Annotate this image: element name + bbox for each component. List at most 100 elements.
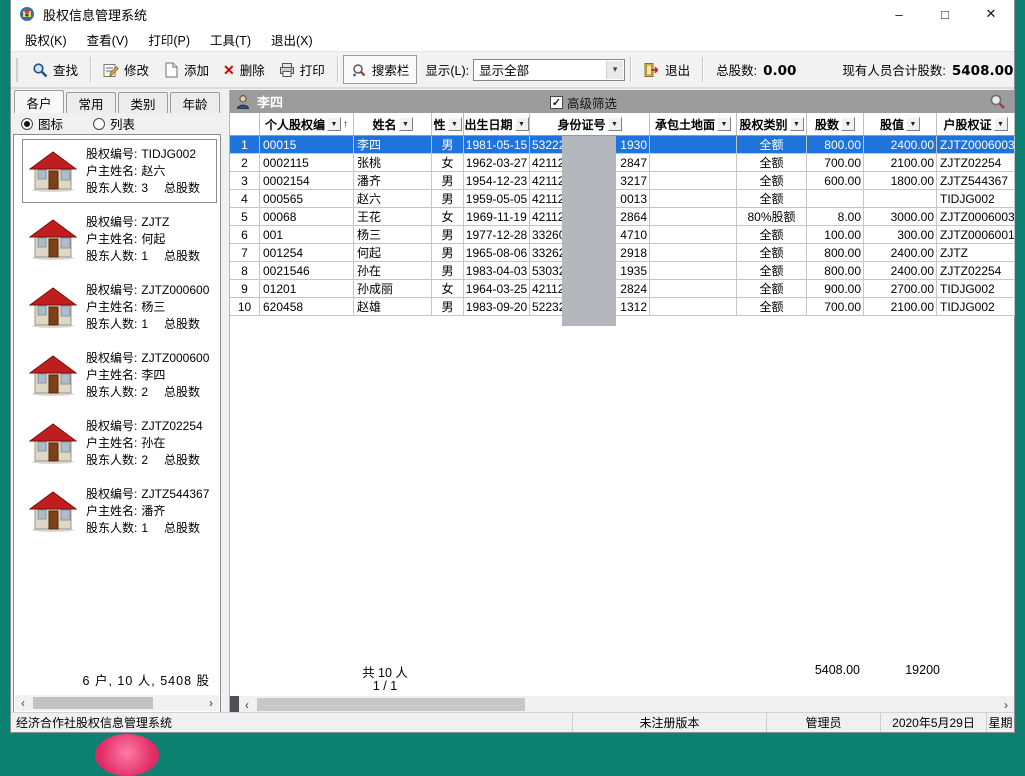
column-header[interactable]: 股值 ▼ xyxy=(864,113,937,135)
id-left-fragment: 33260 xyxy=(532,228,565,242)
view-list-option[interactable]: 列表 xyxy=(93,114,135,133)
menu-item[interactable]: 退出(X) xyxy=(261,27,323,52)
list-item[interactable]: 股权编号: ZJTZ 户主姓名: 何起 股东人数: 1 总股数 xyxy=(22,207,217,271)
filter-icon[interactable]: ▼ xyxy=(906,117,920,131)
cell-name: 赵雄 xyxy=(354,298,432,316)
view-list-label: 列表 xyxy=(110,114,135,133)
maximize-button[interactable]: □ xyxy=(922,0,968,28)
menu-item[interactable]: 工具(T) xyxy=(200,27,261,52)
window-title: 股权信息管理系统 xyxy=(43,5,147,24)
menu-item[interactable]: 股权(K) xyxy=(15,27,77,52)
table-row[interactable]: 1 00015 李四 男 1981-05-15 53222 1930 全额 80… xyxy=(230,136,1014,154)
cell-shares: 800.00 xyxy=(807,262,864,280)
sidebar-tab[interactable]: 常用 xyxy=(66,92,116,113)
scroll-right-icon[interactable]: › xyxy=(203,695,219,711)
exit-button[interactable]: 退出 xyxy=(636,56,697,83)
cell-cert-number: TIDJG002 xyxy=(937,298,1015,316)
cell-birthdate: 1969-11-19 xyxy=(464,208,530,226)
id-right-fragment: 2847 xyxy=(620,156,647,170)
cell-name: 王花 xyxy=(354,208,432,226)
members-label: 股东人数: xyxy=(86,384,137,401)
cell-cert-number: ZJTZ xyxy=(937,244,1015,262)
filter-icon[interactable]: ▼ xyxy=(399,117,413,131)
filter-icon[interactable]: ▼ xyxy=(841,117,855,131)
column-header[interactable]: 姓名 ▼ xyxy=(354,113,432,135)
table-row[interactable]: 4 000565 赵六 男 1959-05-05 42112 0013 全额 T… xyxy=(230,190,1014,208)
advanced-filter[interactable]: ✓ 高级筛选 xyxy=(550,93,617,112)
column-label: 姓名 xyxy=(372,116,396,133)
members-label: 股东人数: xyxy=(86,452,137,469)
household-members: 1 xyxy=(141,248,148,265)
filter-icon[interactable]: ▼ xyxy=(608,117,622,131)
filter-icon[interactable]: ▼ xyxy=(327,117,341,131)
modify-button[interactable]: 修改 xyxy=(96,56,156,83)
column-header[interactable]: 出生日期 ▼ xyxy=(464,113,530,135)
table-row[interactable]: 9 01201 孙成丽 女 1964-03-25 42112 2824 全额 9… xyxy=(230,280,1014,298)
household-owner: 潘齐 xyxy=(141,503,165,520)
cell-birthdate: 1962-03-27 xyxy=(464,154,530,172)
filter-icon[interactable]: ▼ xyxy=(717,117,731,131)
table-row[interactable]: 7 001254 何起 男 1965-08-06 33262 2918 全额 8… xyxy=(230,244,1014,262)
menu-item[interactable]: 查看(V) xyxy=(77,27,139,52)
filter-icon[interactable]: ▼ xyxy=(448,117,462,131)
column-label: 户股权证 xyxy=(943,116,991,133)
cell-birthdate: 1983-04-03 xyxy=(464,262,530,280)
table-row[interactable]: 2 0002115 张桃 女 1962-03-27 42112 2847 全额 … xyxy=(230,154,1014,172)
sidebar-tab[interactable]: 各户 xyxy=(14,90,64,113)
print-button[interactable]: 打印 xyxy=(272,56,332,83)
status-date: 2020年5月29日 xyxy=(881,713,987,732)
add-button[interactable]: 添加 xyxy=(156,56,216,83)
column-header[interactable] xyxy=(230,113,260,135)
column-header[interactable]: 身份证号 ▼ xyxy=(530,113,650,135)
column-header[interactable]: 户股权证 ▼ xyxy=(937,113,1015,135)
resize-grip[interactable]: ⋰ xyxy=(1003,719,1012,730)
toolbar-grip[interactable] xyxy=(16,58,20,82)
filter-icon[interactable]: ▼ xyxy=(994,117,1008,131)
list-item[interactable]: 股权编号: ZJTZ0006001 户主姓名: 杨三 股东人数: 1 总股数 xyxy=(22,275,217,339)
table-row[interactable]: 8 0021546 孙在 男 1983-04-03 53032 1935 全额 … xyxy=(230,262,1014,280)
close-button[interactable]: ✕ xyxy=(968,0,1014,28)
household-members: 2 xyxy=(141,452,148,469)
list-item[interactable]: 股权编号: ZJTZ0006003 户主姓名: 李四 股东人数: 2 总股数 xyxy=(22,343,217,407)
scroll-left-icon[interactable]: ‹ xyxy=(15,695,31,711)
chevron-down-icon[interactable]: ▾ xyxy=(606,61,623,79)
checkbox-checked-icon[interactable]: ✓ xyxy=(550,96,563,109)
scrollbar-thumb[interactable] xyxy=(33,697,153,709)
table-row[interactable]: 10 620458 赵雄 男 1983-09-20 52232 1312 全额 … xyxy=(230,298,1014,316)
scroll-right-icon[interactable]: › xyxy=(998,697,1014,713)
sidebar-tab[interactable]: 年龄 xyxy=(170,92,220,113)
cell-share-code: 00068 xyxy=(260,208,354,226)
toolbar-separator xyxy=(702,57,703,82)
cell-row-number: 4 xyxy=(230,190,260,208)
sidebar-scrollbar[interactable]: ‹ › xyxy=(15,695,219,711)
column-header[interactable]: 承包土地面 ▼ xyxy=(650,113,737,135)
scrollbar-thumb[interactable] xyxy=(257,698,525,711)
delete-button[interactable]: ✕ 删除 xyxy=(216,56,272,83)
filter-icon[interactable]: ▼ xyxy=(515,117,529,131)
table-row[interactable]: 6 001 杨三 男 1977-12-28 33260 4710 全额 100.… xyxy=(230,226,1014,244)
list-item[interactable]: 股权编号: ZJTZ02254 户主姓名: 孙在 股东人数: 2 总股数 xyxy=(22,411,217,475)
scrollbar-gripper[interactable] xyxy=(230,696,239,713)
table-row[interactable]: 5 00068 王花 女 1969-11-19 42112 2864 80%股额… xyxy=(230,208,1014,226)
sidebar-tab[interactable]: 类别 xyxy=(118,92,168,113)
view-icon-option[interactable]: 图标 xyxy=(21,114,63,133)
column-header[interactable]: 性 ▼ xyxy=(432,113,464,135)
panel-search-icon[interactable] xyxy=(989,93,1006,110)
menu-item[interactable]: 打印(P) xyxy=(138,27,200,52)
column-header[interactable]: 股数 ▼ xyxy=(807,113,864,135)
filter-icon[interactable]: ▼ xyxy=(790,117,804,131)
search-bar-toggle[interactable]: 搜索栏 xyxy=(343,55,418,84)
column-header[interactable]: 股权类别 ▼ xyxy=(737,113,807,135)
cell-land-area xyxy=(650,172,737,190)
list-item[interactable]: 股权编号: TIDJG002 户主姓名: 赵六 股东人数: 3 总股数 xyxy=(22,139,217,203)
cell-share-type: 全额 xyxy=(737,172,807,190)
column-header[interactable]: 个人股权编 ▼ ↑ xyxy=(260,113,354,135)
display-select[interactable]: 显示全部 ▾ xyxy=(473,59,625,81)
minimize-button[interactable]: – xyxy=(876,0,922,28)
scroll-left-icon[interactable]: ‹ xyxy=(239,697,255,713)
sidebar-tabs: 各户 常用 类别 年龄 xyxy=(11,90,223,113)
find-button[interactable]: 查找 xyxy=(25,56,85,83)
list-item[interactable]: 股权编号: ZJTZ544367 户主姓名: 潘齐 股东人数: 1 总股数 xyxy=(22,479,217,543)
table-scrollbar[interactable]: ‹ › xyxy=(230,696,1014,713)
table-row[interactable]: 3 0002154 潘齐 男 1954-12-23 42112 3217 全额 … xyxy=(230,172,1014,190)
